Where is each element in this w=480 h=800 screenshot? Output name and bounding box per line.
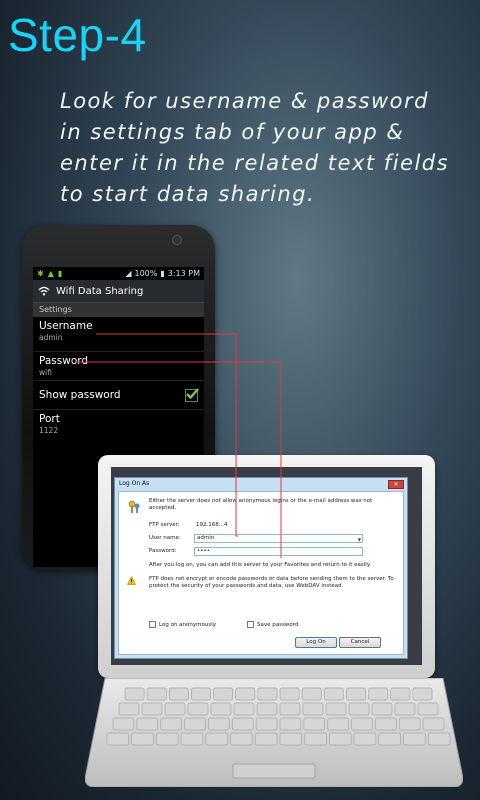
username-connector-line: [96, 333, 238, 537]
password-connector-line: [76, 361, 282, 558]
connector-lines: [76, 333, 282, 558]
